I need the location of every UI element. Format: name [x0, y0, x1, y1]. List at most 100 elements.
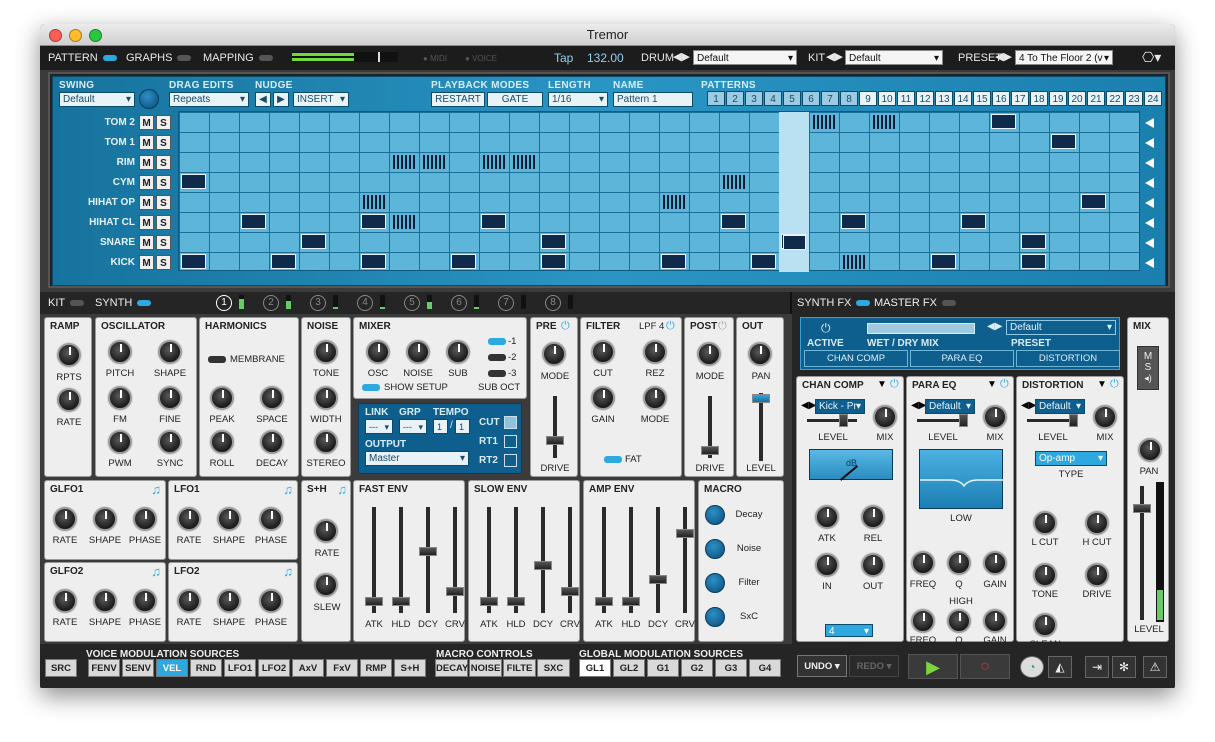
- note-cell[interactable]: [1021, 254, 1046, 269]
- fx-preset-select[interactable]: Default: [1006, 320, 1116, 335]
- mod-source-fxv[interactable]: FxV: [326, 659, 358, 677]
- glfo2-sync-note-icon[interactable]: ♫: [151, 564, 161, 579]
- tap-button[interactable]: Tap: [554, 51, 573, 65]
- noise-stereo-knob[interactable]: [314, 430, 338, 454]
- lfo2-shape-knob[interactable]: [217, 589, 241, 613]
- kit-select[interactable]: Default: [845, 50, 943, 66]
- pattern-button-4[interactable]: 4: [764, 91, 782, 106]
- mod-source-src[interactable]: SRC: [45, 659, 77, 677]
- mix-solo-button[interactable]: S: [1138, 362, 1158, 373]
- lfo2-phase-knob[interactable]: [259, 589, 283, 613]
- fast-env-dcy-fader[interactable]: [419, 547, 437, 556]
- lfo2-rate-knob[interactable]: [177, 589, 201, 613]
- lfo1-shape-knob[interactable]: [217, 507, 241, 531]
- note-cell[interactable]: [361, 254, 386, 269]
- osc-sync-knob[interactable]: [158, 430, 182, 454]
- voice-button-3[interactable]: 3: [310, 295, 326, 311]
- note-cell[interactable]: [751, 254, 776, 269]
- para-eq-select[interactable]: Default: [925, 399, 975, 414]
- roll-cell[interactable]: [393, 155, 415, 169]
- osc-shape-knob[interactable]: [158, 340, 182, 364]
- mod-source-s+h[interactable]: S+H: [394, 659, 426, 677]
- swing-knob[interactable]: [139, 89, 159, 109]
- mixer-osc-knob[interactable]: [366, 340, 390, 364]
- sh-slew-knob[interactable]: [314, 573, 338, 597]
- roll-cell[interactable]: [663, 195, 685, 209]
- lfo1-sync-note-icon[interactable]: ♫: [283, 482, 293, 497]
- macro-control-sxc[interactable]: SXC: [537, 659, 570, 677]
- preset-select[interactable]: 4 To The Floor 2 (v: [1015, 50, 1113, 66]
- mute-button[interactable]: M: [139, 175, 154, 190]
- note-cell[interactable]: [361, 214, 386, 229]
- noise-tone-knob[interactable]: [314, 340, 338, 364]
- lfo2-sync-note-icon[interactable]: ♫: [283, 564, 293, 579]
- roll-cell[interactable]: [393, 215, 415, 229]
- roll-cell[interactable]: [723, 175, 745, 189]
- warning-icon[interactable]: ⚠: [1143, 656, 1167, 678]
- chan-comp-menu-icon[interactable]: ▼: [877, 379, 887, 390]
- gate-button[interactable]: GATE: [487, 92, 543, 107]
- note-cell[interactable]: [241, 214, 266, 229]
- glfo1-rate-knob[interactable]: [53, 507, 77, 531]
- comp-out-knob[interactable]: [861, 553, 885, 577]
- harm-decay-knob[interactable]: [260, 430, 284, 454]
- restart-button[interactable]: RESTART: [431, 92, 485, 107]
- note-cell[interactable]: [1021, 234, 1046, 249]
- mod-source-rnd[interactable]: RND: [190, 659, 222, 677]
- note-cell[interactable]: [661, 254, 686, 269]
- tab-kit[interactable]: KIT: [48, 297, 85, 309]
- pattern-button-23[interactable]: 23: [1125, 91, 1143, 106]
- preset-prev-next-icon[interactable]: ◀▶: [995, 50, 1012, 63]
- dist-tone-knob[interactable]: [1033, 563, 1057, 587]
- global-mod-gl1[interactable]: GL1: [579, 659, 611, 677]
- out-pan-knob[interactable]: [748, 342, 772, 366]
- voice-button-4[interactable]: 4: [357, 295, 373, 311]
- amp-env-crv-fader[interactable]: [676, 529, 694, 538]
- mix-pan-knob[interactable]: [1138, 438, 1162, 462]
- osc-fm-knob[interactable]: [108, 386, 132, 410]
- para-eq-menu-icon[interactable]: ▼: [987, 379, 997, 390]
- solo-button[interactable]: S: [156, 135, 171, 150]
- mute-button[interactable]: M: [139, 155, 154, 170]
- pattern-button-17[interactable]: 17: [1011, 91, 1029, 106]
- import-icon[interactable]: ⇥: [1085, 656, 1109, 678]
- minimize-window-button[interactable]: [69, 29, 82, 42]
- show-setup-toggle[interactable]: [362, 384, 380, 391]
- mute-button[interactable]: M: [139, 255, 154, 270]
- glfo2-phase-knob[interactable]: [133, 589, 157, 613]
- undo-button[interactable]: UNDO ▾: [797, 655, 847, 677]
- note-cell[interactable]: [991, 114, 1016, 129]
- voice-button-7[interactable]: 7: [498, 295, 514, 311]
- amp-env-atk-fader[interactable]: [595, 597, 613, 606]
- step-grid[interactable]: [178, 111, 1140, 272]
- mod-source-rmp[interactable]: RMP: [360, 659, 392, 677]
- comp-in-knob[interactable]: [815, 553, 839, 577]
- macro-control-noise[interactable]: NOISE: [469, 659, 502, 677]
- mod-source-axv[interactable]: AxV: [292, 659, 324, 677]
- tab-pattern[interactable]: PATTERN: [48, 52, 117, 64]
- macro-control-filte[interactable]: FILTE: [503, 659, 536, 677]
- para-eq-mix-knob[interactable]: [983, 405, 1007, 429]
- grp-select[interactable]: ---: [399, 419, 427, 434]
- harm-roll-knob[interactable]: [210, 430, 234, 454]
- filter-power-icon[interactable]: ⏻: [666, 320, 675, 333]
- nudge-mode-select[interactable]: INSERT: [293, 92, 349, 107]
- distortion-mix-knob[interactable]: [1093, 405, 1117, 429]
- solo-button[interactable]: S: [156, 195, 171, 210]
- tab-synth[interactable]: SYNTH: [95, 297, 152, 309]
- metronome-icon[interactable]: ◭: [1048, 656, 1072, 678]
- row-arrow-icon[interactable]: [1145, 178, 1154, 188]
- pre-power-icon[interactable]: ⏻: [561, 320, 570, 333]
- harm-space-knob[interactable]: [260, 386, 284, 410]
- row-arrow-icon[interactable]: [1145, 198, 1154, 208]
- tab-master-fx[interactable]: MASTER FX: [874, 297, 956, 309]
- roll-cell[interactable]: [813, 115, 835, 129]
- out-level-fader[interactable]: [752, 394, 770, 403]
- close-window-button[interactable]: [49, 29, 62, 42]
- chan-comp-power-icon[interactable]: ⏻: [890, 378, 899, 391]
- harm-peak-knob[interactable]: [210, 386, 234, 410]
- tab-synth-fx[interactable]: SYNTH FX: [797, 297, 871, 309]
- record-icon[interactable]: ○: [960, 654, 1010, 679]
- pattern-name-field[interactable]: Pattern 1: [613, 92, 693, 107]
- global-mod-g3[interactable]: G3: [715, 659, 747, 677]
